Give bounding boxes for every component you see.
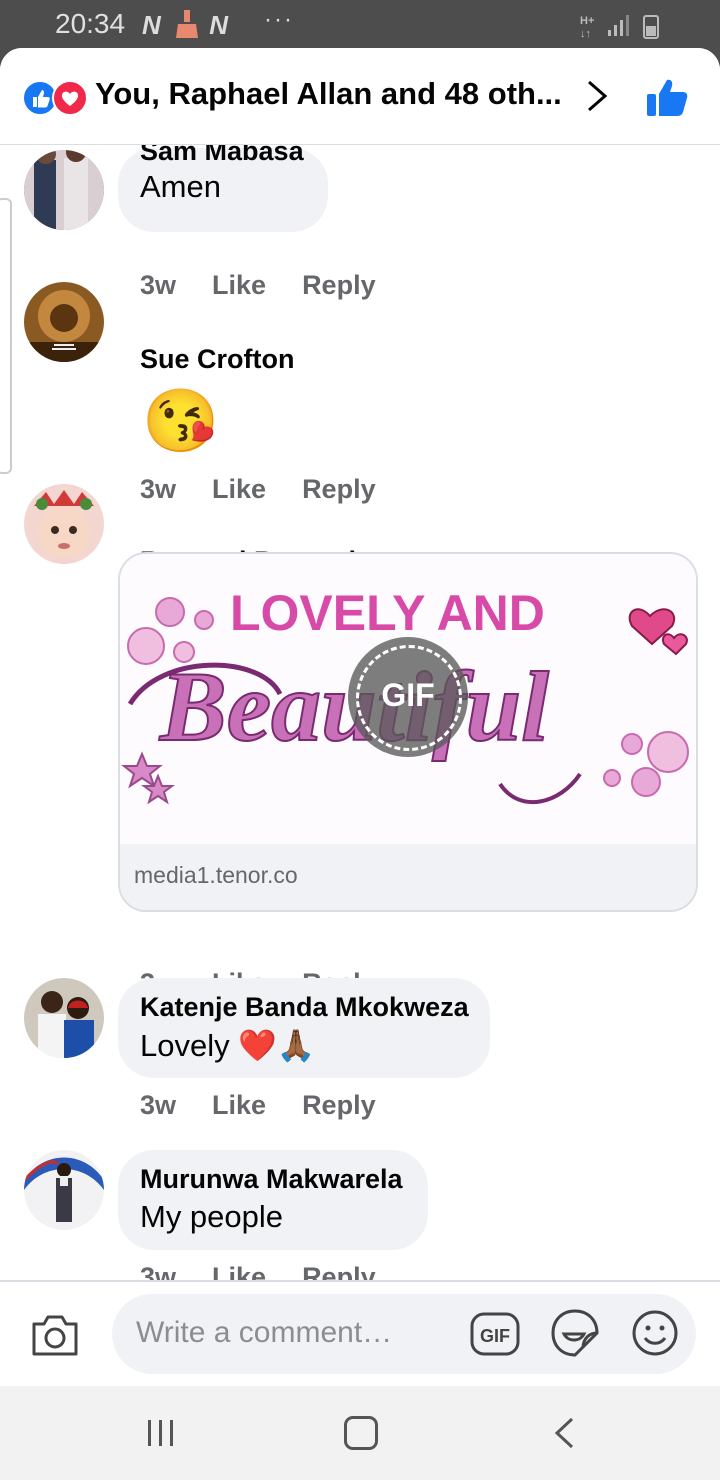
chevron-right-icon[interactable] bbox=[585, 78, 609, 114]
comment-input[interactable]: Write a comment… GIF bbox=[112, 1294, 696, 1374]
avatar[interactable] bbox=[24, 1150, 104, 1230]
avatar[interactable] bbox=[24, 484, 104, 564]
sticker-icon[interactable] bbox=[550, 1308, 600, 1358]
comment-author[interactable]: Murunwa Makwarela bbox=[140, 1164, 404, 1195]
status-right-icons: H+ ↓↑ bbox=[580, 12, 670, 45]
n-notification-icon: N bbox=[142, 10, 165, 40]
reply-button[interactable]: Reply bbox=[302, 1090, 376, 1121]
comments-sheet: You, Raphael Allan and 48 oth... Sam Mab… bbox=[0, 48, 720, 1384]
camera-icon[interactable] bbox=[30, 1312, 80, 1358]
comment-bubble[interactable]: Sam Mabasa Amen bbox=[118, 136, 328, 232]
comment-author[interactable]: Sue Crofton bbox=[140, 344, 295, 375]
home-icon[interactable] bbox=[344, 1416, 378, 1450]
signal-battery-icon: H+ ↓↑ bbox=[580, 15, 659, 40]
system-nav-bar bbox=[0, 1384, 720, 1480]
n-notification-icon-2: N bbox=[209, 10, 233, 40]
gif-icon-label: GIF bbox=[480, 1326, 510, 1346]
comment-emoji: 😘 bbox=[142, 387, 220, 456]
avatar[interactable] bbox=[24, 282, 104, 362]
comment-composer: Write a comment… GIF bbox=[0, 1280, 720, 1386]
notification-icons: N N bbox=[142, 10, 232, 41]
avatar[interactable] bbox=[24, 978, 104, 1058]
comment-text: My people bbox=[140, 1199, 284, 1234]
gif-badge-label: GIF bbox=[381, 677, 435, 713]
comment-bubble[interactable]: Murunwa Makwarela My people bbox=[118, 1150, 428, 1250]
gif-domain: media1.tenor.co bbox=[134, 862, 298, 888]
gif-attachment[interactable]: LOVELY AND Beautiful GIF media1.tenor.co bbox=[118, 552, 698, 912]
comment-item: Sue Crofton 😘 3w Like Reply bbox=[0, 282, 720, 504]
comment-actions: 3w Like Reply bbox=[140, 1090, 412, 1121]
back-icon[interactable] bbox=[552, 1416, 576, 1450]
status-bar: 20:34 N N ··· H+ ↓↑ bbox=[0, 0, 720, 50]
svg-text:H+: H+ bbox=[580, 15, 594, 27]
cleaner-icon bbox=[176, 10, 199, 38]
reactions-header[interactable]: You, Raphael Allan and 48 oth... bbox=[0, 48, 720, 145]
thumbs-up-icon[interactable] bbox=[645, 76, 689, 118]
emoji-icon[interactable] bbox=[630, 1308, 680, 1358]
more-notifications-icon: ··· bbox=[264, 6, 294, 33]
like-button[interactable]: Like bbox=[212, 1090, 266, 1121]
gif-title-top: LOVELY AND bbox=[230, 585, 545, 641]
love-reaction-icon bbox=[52, 80, 88, 116]
status-time: 20:34 bbox=[55, 8, 126, 39]
gif-source[interactable]: media1.tenor.co bbox=[120, 844, 696, 910]
svg-text:↓↑: ↓↑ bbox=[580, 28, 591, 40]
comment-author[interactable]: Katenje Banda Mkokweza bbox=[140, 992, 469, 1023]
comment-bubble[interactable]: Katenje Banda Mkokweza Lovely ❤️🙏🏾 bbox=[118, 978, 490, 1078]
gif-image[interactable]: LOVELY AND Beautiful GIF bbox=[120, 554, 696, 844]
gif-play-badge[interactable]: GIF bbox=[348, 637, 468, 757]
comment-text: Amen bbox=[140, 169, 221, 204]
comment-item: Katenje Banda Mkokweza Lovely ❤️🙏🏾 3w Lik… bbox=[0, 978, 720, 1148]
comment-text: Lovely ❤️🙏🏾 bbox=[140, 1028, 316, 1063]
comment-input-placeholder: Write a comment… bbox=[136, 1316, 393, 1349]
comment-time: 3w bbox=[140, 1090, 177, 1120]
reactions-summary[interactable]: You, Raphael Allan and 48 oth... bbox=[95, 76, 562, 112]
recent-apps-icon[interactable] bbox=[146, 1418, 176, 1448]
gif-icon[interactable]: GIF bbox=[470, 1312, 520, 1356]
avatar[interactable] bbox=[24, 150, 104, 230]
